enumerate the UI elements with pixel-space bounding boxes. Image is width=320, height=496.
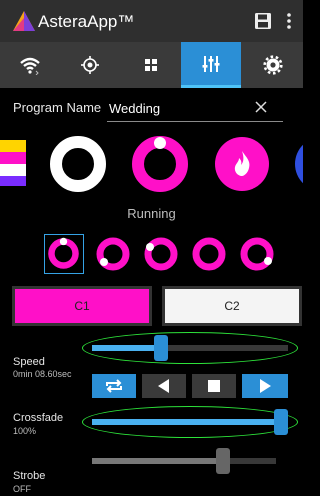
speed-label: Speed — [13, 356, 45, 368]
strobe-value: OFF — [13, 484, 31, 494]
program-name-label: Program Name — [13, 100, 102, 115]
sliders-icon — [202, 55, 220, 72]
crossfade-label: Crossfade — [13, 412, 64, 424]
strobe-slider[interactable] — [92, 443, 276, 479]
multicolor-swatch[interactable] — [0, 138, 26, 193]
strobe-fill — [92, 458, 223, 464]
loop-icon — [106, 379, 122, 393]
ring-white-swatch[interactable] — [49, 135, 107, 198]
more-options-icon[interactable] — [285, 12, 293, 30]
play-button[interactable] — [242, 374, 288, 398]
tab-settings[interactable] — [243, 42, 303, 88]
transport-controls — [92, 374, 288, 398]
cue-button-c1-label: C1 — [74, 299, 90, 313]
cue-ring-4[interactable] — [189, 234, 229, 274]
speed-thumb[interactable] — [154, 335, 168, 361]
speed-slider[interactable] — [92, 330, 288, 366]
crossfade-slider[interactable] — [92, 404, 288, 440]
speed-fill — [92, 345, 161, 351]
flame-swatch[interactable] — [213, 135, 271, 198]
tab-target[interactable] — [60, 42, 120, 88]
cue-ring-2[interactable] — [93, 234, 133, 274]
cue-button-c1[interactable]: C1 — [12, 286, 152, 326]
tab-grid[interactable] — [121, 42, 181, 88]
cue-button-c2[interactable]: C2 — [162, 286, 302, 326]
cue-ring-5[interactable] — [237, 234, 277, 274]
strobe-label: Strobe — [13, 470, 46, 482]
crossfade-thumb[interactable] — [274, 409, 288, 435]
crossfade-value: 100% — [13, 426, 37, 436]
strobe-thumb[interactable] — [216, 448, 230, 474]
stop-icon — [208, 380, 220, 392]
stop-button[interactable] — [192, 374, 236, 398]
previous-icon — [158, 379, 169, 393]
save-icon[interactable] — [254, 12, 272, 30]
ring-magenta-dot-swatch[interactable] — [131, 135, 189, 198]
cue-ring-3[interactable] — [141, 234, 181, 274]
loop-button[interactable] — [92, 374, 136, 398]
app-bar: AsteraApp™ — [0, 0, 303, 42]
tab-bar — [0, 42, 303, 88]
play-icon — [260, 379, 271, 393]
app-title: AsteraApp™ — [38, 12, 135, 31]
tab-sliders[interactable] — [181, 42, 241, 88]
running-status: Running — [127, 206, 176, 221]
tab-wifi[interactable] — [0, 42, 60, 88]
cue-button-c2-label: C2 — [224, 299, 240, 313]
gear-icon — [263, 55, 283, 75]
cue-ring-1[interactable] — [44, 234, 84, 274]
crossfade-fill — [92, 419, 281, 425]
target-icon — [81, 56, 99, 74]
clear-icon[interactable] — [254, 100, 268, 114]
program-name-row: Program Name — [0, 88, 303, 130]
speed-value: 0min 08.60sec — [13, 369, 72, 379]
blue-swatch[interactable] — [293, 135, 320, 198]
wifi-icon — [20, 57, 40, 75]
grid-icon — [145, 59, 157, 71]
color-swatch-row — [0, 132, 320, 194]
previous-button[interactable] — [142, 374, 186, 398]
